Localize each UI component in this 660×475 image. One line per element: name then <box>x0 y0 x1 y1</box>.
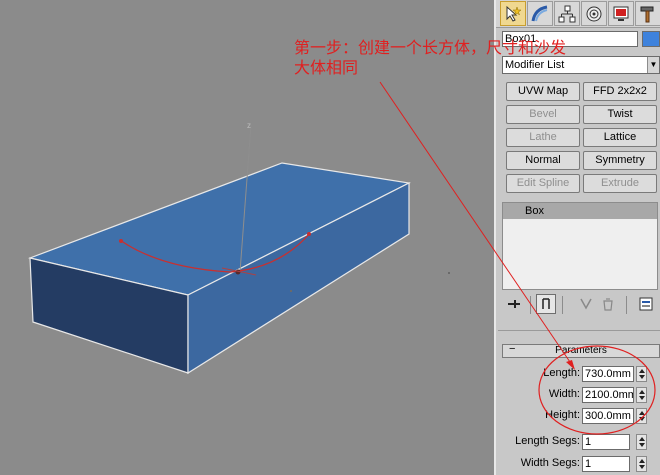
hierarchy-icon <box>558 5 576 22</box>
tab-utilities[interactable] <box>635 1 660 26</box>
object-color-swatch[interactable] <box>642 31 660 47</box>
width-row: Width: 2100.0mm <box>502 386 656 404</box>
length-row: Length: 730.0mm <box>502 365 656 383</box>
gizmo-z-label: z <box>247 121 251 130</box>
height-spinner[interactable] <box>636 408 647 424</box>
width-segs-label: Width Segs: <box>520 457 580 469</box>
tab-display[interactable] <box>608 1 634 26</box>
normal-button[interactable]: Normal <box>506 151 580 170</box>
viewport-scene: z <box>27 121 450 375</box>
bevel-button[interactable]: Bevel <box>506 105 580 124</box>
length-segs-spinner[interactable] <box>636 434 647 450</box>
length-segs-row: Length Segs: 1 <box>502 433 656 451</box>
length-input[interactable]: 730.0mm <box>582 366 634 382</box>
extrude-button[interactable]: Extrude <box>583 174 657 193</box>
hammer-icon <box>640 6 654 22</box>
height-input[interactable]: 300.0mm <box>582 408 634 424</box>
edit-spline-button[interactable]: Edit Spline <box>506 174 580 193</box>
display-icon <box>613 6 629 21</box>
length-spinner[interactable] <box>636 366 647 382</box>
width-spinner[interactable] <box>636 387 647 403</box>
uvw-map-button[interactable]: UVW Map <box>506 82 580 101</box>
tab-hierarchy[interactable] <box>554 1 580 26</box>
command-panel: Box01 Modifier List ▼ UVW Map FFD 2x2x2 … <box>494 0 660 475</box>
twist-button[interactable]: Twist <box>583 105 657 124</box>
ffd-2x2x2-button[interactable]: FFD 2x2x2 <box>583 82 657 101</box>
tab-motion[interactable] <box>581 1 607 26</box>
lathe-button[interactable]: Lathe <box>506 128 580 147</box>
command-panel-tabs <box>496 0 660 28</box>
pin-stack-icon[interactable] <box>504 294 524 314</box>
bend-arc-icon <box>531 5 548 21</box>
height-row: Height: 300.0mm <box>502 407 656 425</box>
cursor-star-icon <box>506 5 522 22</box>
width-input[interactable]: 2100.0mm <box>582 387 634 403</box>
parameters-title: Parameters <box>555 345 607 356</box>
motion-icon <box>586 6 602 21</box>
width-segs-row: Width Segs: 1 <box>502 455 656 473</box>
parameters-rollout-header[interactable]: − Parameters <box>502 343 660 358</box>
annotation-line-2: 大体相同 <box>294 58 359 77</box>
width-segs-spinner[interactable] <box>636 456 647 472</box>
symmetry-button[interactable]: Symmetry <box>583 151 657 170</box>
configure-modifier-sets-icon[interactable] <box>636 294 656 314</box>
remove-modifier-icon[interactable] <box>598 294 618 314</box>
length-label: Length: <box>543 367 580 379</box>
annotation-line-1: 第一步：创建一个长方体，尺寸和沙发 <box>294 38 567 57</box>
lattice-button[interactable]: Lattice <box>583 128 657 147</box>
tab-modify[interactable] <box>527 1 553 26</box>
modifier-list-label: Modifier List <box>505 59 565 71</box>
modifier-stack[interactable]: Box <box>502 202 658 290</box>
height-label: Height: <box>545 409 580 421</box>
chevron-down-icon[interactable]: ▼ <box>647 57 659 73</box>
modifier-list-dropdown[interactable]: Modifier List ▼ <box>502 56 660 74</box>
stack-entry-box[interactable]: Box <box>503 203 657 219</box>
perspective-viewport[interactable]: z <box>0 0 494 475</box>
length-segs-input[interactable]: 1 <box>582 434 630 450</box>
tab-create[interactable] <box>500 1 526 26</box>
show-end-result-icon[interactable] <box>536 294 556 314</box>
width-label: Width: <box>548 388 580 400</box>
length-segs-label: Length Segs: <box>515 435 580 447</box>
stack-toolbar <box>502 294 658 316</box>
width-segs-input[interactable]: 1 <box>582 456 630 472</box>
make-unique-icon[interactable] <box>576 294 596 314</box>
